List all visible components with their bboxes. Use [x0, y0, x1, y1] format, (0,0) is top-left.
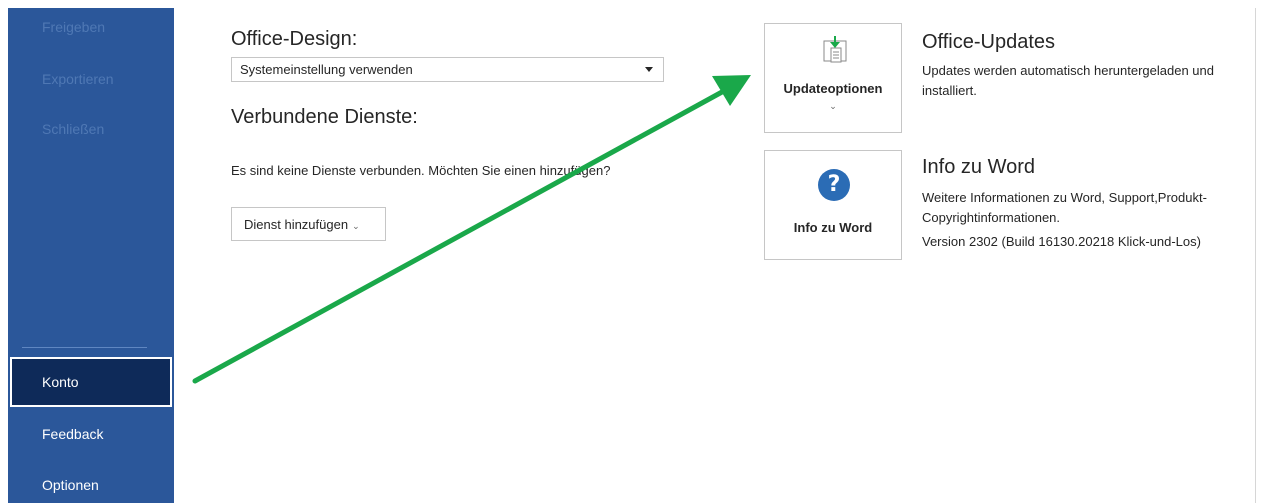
add-service-button[interactable]: Dienst hinzufügen ⌄	[231, 207, 386, 241]
update-options-label: Updateoptionen	[783, 81, 883, 96]
office-updates-text-line1: Updates werden automatisch heruntergelad…	[922, 63, 1214, 78]
version-info: Version 2302 (Build 16130.20218 Klick-un…	[922, 234, 1201, 249]
sidebar-item-konto[interactable]: Konto	[10, 357, 172, 407]
about-word-heading: Info zu Word	[922, 156, 1036, 178]
backstage-sidebar: Freigeben Exportieren Schließen Konto Fe…	[8, 8, 174, 503]
office-updates-text-line2: installiert.	[922, 83, 977, 98]
office-updates-heading: Office-Updates	[922, 31, 1056, 53]
chevron-down-icon: ⌄	[352, 221, 360, 231]
office-design-select-value: Systemeinstellung verwenden	[240, 62, 413, 77]
about-word-tile[interactable]: ? Info zu Word	[764, 150, 902, 260]
sidebar-divider	[22, 347, 147, 348]
sidebar-item-feedback[interactable]: Feedback	[42, 426, 103, 442]
dropdown-caret-icon	[645, 67, 653, 72]
sidebar-item-optionen[interactable]: Optionen	[42, 477, 99, 493]
about-word-text-line2: Copyrightinformationen.	[922, 210, 1061, 225]
about-word-label: Info zu Word	[793, 220, 873, 235]
chevron-down-icon: ⌄	[829, 102, 837, 112]
connected-services-heading: Verbundene Dienste:	[231, 106, 418, 128]
connected-services-text: Es sind keine Dienste verbunden. Möchten…	[231, 163, 611, 178]
update-download-icon	[823, 36, 847, 63]
panel-right-border	[1255, 8, 1256, 503]
office-design-heading: Office-Design:	[231, 28, 358, 50]
update-options-tile[interactable]: Updateoptionen ⌄	[764, 23, 902, 133]
help-question-icon: ?	[818, 169, 850, 201]
sidebar-item-freigeben[interactable]: Freigeben	[42, 19, 105, 35]
sidebar-item-exportieren[interactable]: Exportieren	[42, 71, 114, 87]
sidebar-item-schliessen[interactable]: Schließen	[42, 121, 104, 137]
add-service-label: Dienst hinzufügen	[244, 217, 349, 232]
sidebar-item-konto-label: Konto	[42, 374, 79, 390]
office-design-select[interactable]: Systemeinstellung verwenden	[231, 57, 664, 82]
about-word-text-line1: Weitere Informationen zu Word, Support,P…	[922, 190, 1207, 205]
